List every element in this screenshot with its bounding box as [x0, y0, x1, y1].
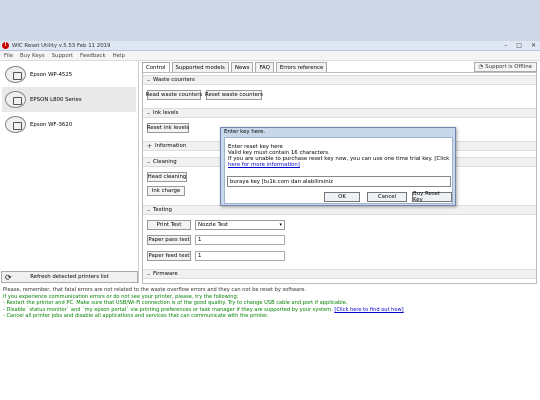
section-title: Cleaning: [153, 159, 177, 165]
printer-name: Epson WP-4525: [30, 71, 73, 78]
ink-charge-button[interactable]: Ink charge: [147, 186, 185, 196]
minimize-button[interactable]: –: [504, 42, 507, 49]
refresh-icon: ⟳: [5, 273, 12, 282]
section-title: Waste counters: [153, 77, 195, 83]
menu-support[interactable]: Support: [52, 53, 73, 59]
status-line: - Cancel all printer jobs and disable al…: [3, 313, 269, 319]
dialog-message: Enter reset key here Valid key must cont…: [228, 144, 453, 168]
section-ink-levels[interactable]: – Ink levels: [143, 108, 536, 118]
reset-waste-counters-button[interactable]: Reset waste counters: [205, 90, 263, 100]
section-title: Firmware: [153, 271, 178, 277]
printer-item[interactable]: Epson WP-4525: [2, 62, 136, 87]
paper-feed-test-button[interactable]: Paper feed test: [147, 251, 191, 261]
dialog-title: Enter key here.: [224, 129, 266, 135]
section-testing[interactable]: – Testing: [143, 205, 536, 215]
section-waste-counters[interactable]: – Waste counters: [143, 75, 536, 85]
section-title: Testing: [153, 207, 172, 213]
close-button[interactable]: ✕: [531, 42, 536, 49]
support-status-label: Support is Offline: [485, 64, 532, 70]
paper-pass-test-button[interactable]: Paper pass test: [147, 235, 191, 245]
tab-supported-models[interactable]: Supported models: [171, 62, 229, 72]
status-line: - Disable `status monitor` and `my epson…: [3, 306, 333, 313]
find-out-how-link[interactable]: [Click here to find out how]: [334, 307, 403, 313]
print-test-button[interactable]: Print Test: [147, 220, 191, 230]
test-type-select[interactable]: Nozzle Test ▾: [195, 220, 285, 230]
printer-list: Epson WP-4525 EPSON L800 Series Epson WF…: [0, 61, 139, 284]
collapse-icon: –: [147, 270, 150, 278]
maximize-button[interactable]: □: [516, 42, 522, 49]
printer-item-selected[interactable]: EPSON L800 Series: [2, 87, 136, 112]
section-firmware[interactable]: – Firmware: [143, 269, 536, 279]
cancel-button[interactable]: Cancel: [367, 192, 407, 202]
printer-item[interactable]: Epson WF-3620: [2, 112, 136, 137]
reset-ink-levels-button[interactable]: Reset ink levels: [147, 123, 189, 133]
tab-news[interactable]: News: [230, 62, 254, 72]
refresh-printers-button[interactable]: ⟳ Refresh detected printers list: [1, 271, 138, 283]
buy-reset-key-button[interactable]: Buy Reset Key: [412, 191, 452, 203]
collapse-icon: –: [147, 109, 150, 117]
dialog-body: Enter reset key here Valid key must cont…: [224, 137, 453, 204]
menu-help[interactable]: Help: [113, 53, 125, 59]
paper-feed-count-input[interactable]: 1: [195, 251, 285, 261]
reset-key-input[interactable]: buraya key [tu1k.com dan alabilirsiniz: [227, 176, 451, 187]
tab-faq[interactable]: FAQ: [255, 62, 274, 72]
printer-name: Epson WF-3620: [30, 121, 73, 128]
paper-pass-count-input[interactable]: 1: [195, 235, 285, 245]
menu-feedback[interactable]: Feedback: [80, 53, 106, 59]
tab-errors-reference[interactable]: Errors reference: [275, 62, 328, 72]
enter-key-dialog: Enter key here. Enter reset key here Val…: [220, 127, 456, 206]
collapse-icon: –: [147, 76, 150, 84]
chevron-down-icon: ▾: [279, 222, 282, 228]
read-waste-counters-button[interactable]: Read waste counters: [146, 90, 202, 100]
head-cleaning-button[interactable]: Head cleaning: [147, 172, 187, 182]
desktop-top-area: [0, 0, 540, 41]
collapse-icon: –: [147, 158, 150, 166]
test-type-value: Nozzle Test: [198, 222, 229, 228]
collapse-icon: –: [147, 206, 150, 214]
wifi-icon: ◔: [478, 64, 484, 70]
menu-buy-keys[interactable]: Buy Keys: [20, 53, 45, 59]
window-titlebar: ! WIC Reset Utility v.5.53 Feb 11 2019 –…: [0, 41, 540, 51]
support-status-button[interactable]: ◔ Support is Offline: [473, 62, 537, 72]
printer-wifi-icon: [5, 116, 26, 133]
expand-icon: +: [147, 142, 153, 150]
status-log: Please, remember, that fatal errors are …: [0, 285, 540, 400]
app-icon: !: [2, 42, 9, 49]
menu-file[interactable]: File: [4, 53, 13, 59]
window-title: WIC Reset Utility v.5.53 Feb 11 2019: [12, 42, 111, 49]
printer-usb-icon: [5, 91, 26, 108]
printer-wifi-icon: [5, 66, 26, 83]
refresh-label: Refresh detected printers list: [30, 274, 109, 280]
more-info-link[interactable]: here for more information]: [228, 162, 300, 168]
section-title: Ink levels: [153, 110, 179, 116]
printer-name: EPSON L800 Series: [30, 96, 82, 103]
ok-button[interactable]: OK: [324, 192, 360, 202]
section-title: Information: [155, 143, 187, 149]
menu-bar: File Buy Keys Support Feedback Help: [0, 51, 540, 61]
